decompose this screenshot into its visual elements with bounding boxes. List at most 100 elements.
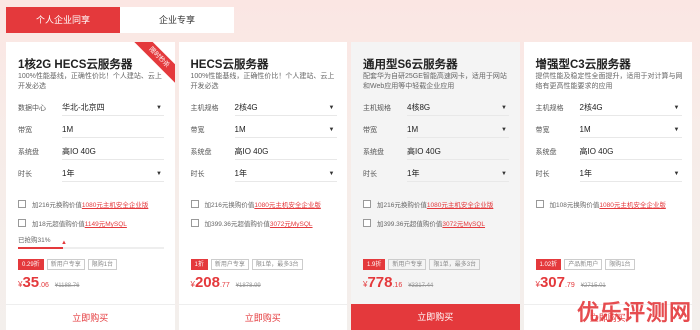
card-title: 通用型S6云服务器	[363, 59, 458, 71]
original-price: ¥1878.99	[235, 283, 261, 289]
system-disk-value: 高IO 40G	[234, 144, 337, 160]
product-card-2: HECS云服务器 100%性能基线，正确性价比！个人建站、云上开发必选 主机规格…	[178, 42, 347, 330]
discount-tag: 1.9折	[363, 259, 386, 270]
datacenter-select[interactable]: 华北-北京四 ▼	[62, 100, 164, 116]
duration-row[interactable]: 时长 1年 ▼	[191, 166, 337, 182]
caret-down-icon: ▼	[501, 105, 507, 111]
product-card-1: 限时秒杀 1核2G HECS云服务器 100%性能基线，正确性价比！个人建站、云…	[6, 42, 175, 330]
system-disk-row: 系统盘 高IO 40G	[18, 144, 164, 160]
progress-bar	[18, 247, 164, 249]
tag: 限1单，最多3台	[429, 259, 481, 270]
bandwidth-row[interactable]: 带宽 1M ▼	[363, 122, 509, 138]
price: ¥35.06 ¥1188.76	[18, 274, 80, 291]
caret-down-icon: ▼	[501, 171, 507, 177]
bandwidth-row: 带宽 1M	[18, 122, 164, 138]
caret-down-icon: ▼	[501, 127, 507, 133]
checkbox[interactable]	[18, 200, 26, 208]
bandwidth-select[interactable]: 1M ▼	[234, 122, 337, 138]
caret-down-icon: ▼	[328, 171, 335, 177]
tag: 新用户专享	[46, 259, 85, 270]
card-desc: 100%性能基线，正确性价比！个人建站、云上开发必选	[18, 73, 162, 90]
site-watermark: 优乐评测网	[576, 300, 692, 325]
caret-down-icon: ▼	[156, 105, 162, 111]
checkbox[interactable]	[535, 200, 544, 208]
card-desc: 100%性能基线，正确性价比！个人建站、云上开发必选	[190, 73, 335, 90]
checkbox[interactable]	[18, 219, 26, 227]
card-title: HECS云服务器	[190, 59, 269, 71]
bandwidth-value: 1M	[62, 122, 164, 138]
discount-tag: 0.29折	[18, 259, 44, 270]
system-disk-value: 高IO 40G	[579, 144, 682, 160]
addon-mysql-checkbox[interactable]: 加18元超值购价值 1149元MySQL	[18, 217, 127, 229]
caret-down-icon: ▼	[328, 127, 335, 133]
tab-personal-enterprise[interactable]: 个人企业同享	[6, 7, 120, 33]
bandwidth-select[interactable]: 1M ▼	[579, 122, 682, 138]
spec-select[interactable]: 2核4G ▼	[234, 100, 337, 116]
spec-row[interactable]: 主机规格 2核4G ▼	[191, 100, 337, 116]
spec-select[interactable]: 2核4G ▼	[579, 100, 682, 116]
product-card-4: 增强型C3云服务器 提供性能及稳定性全面提升，适用于对计算与网络有更高性能要求的…	[523, 42, 692, 330]
original-price: ¥3317.44	[408, 283, 434, 289]
tag: 新用户专享	[388, 259, 427, 270]
buy-now-button[interactable]: 立即购买	[178, 304, 347, 330]
card-desc: 提供性能及稳定性全面提升，适用于对计算与网络有更高性能要求的应用	[535, 73, 683, 90]
buy-now-button[interactable]: 立即购买	[6, 304, 175, 330]
spec-row[interactable]: 主机规格 2核4G ▼	[536, 100, 682, 116]
system-disk-value: 高IO 40G	[62, 144, 164, 160]
checkbox[interactable]	[190, 200, 199, 208]
card-desc: 配套华为自研25GE智能高速网卡，适用于网站和Web应用等中轻载企业应用	[363, 73, 507, 90]
addon-mysql-checkbox[interactable]: 加399.36元超值购价值 3072元MySQL	[363, 217, 485, 229]
bandwidth-select[interactable]: 1M ▼	[407, 122, 509, 138]
tag: 限1单，最多3台	[251, 259, 303, 270]
bandwidth-row[interactable]: 带宽 1M ▼	[536, 122, 682, 138]
buy-now-button[interactable]: 立即购买	[351, 304, 520, 330]
addon-security-checkbox[interactable]: 加216元换购价值 1080元主机安全企业版	[18, 198, 148, 210]
original-price: ¥2715.01	[580, 283, 606, 289]
discount-tag: 1.02折	[535, 259, 562, 270]
checkbox[interactable]	[190, 219, 199, 227]
duration-select[interactable]: 1年 ▼	[234, 166, 337, 182]
progress-label: 已抢购31%	[18, 237, 51, 244]
addon-security-checkbox[interactable]: 加216元换购价值 1080元主机安全企业版	[363, 198, 493, 210]
duration-select[interactable]: 1年 ▼	[407, 166, 509, 182]
tag: 新用户专享	[210, 259, 249, 270]
tag: 限购1台	[605, 259, 635, 270]
datacenter-row[interactable]: 数据中心 华北-北京四 ▼	[18, 100, 164, 116]
spec-select[interactable]: 4核8G ▼	[407, 100, 509, 116]
checkbox[interactable]	[363, 200, 371, 208]
caret-down-icon: ▼	[673, 127, 680, 133]
duration-row[interactable]: 时长 1年 ▼	[18, 166, 164, 182]
duration-select[interactable]: 1年 ▼	[62, 166, 164, 182]
caret-down-icon: ▼	[673, 105, 680, 111]
system-disk-row: 系统盘 高IO 40G	[191, 144, 337, 160]
bandwidth-row[interactable]: 带宽 1M ▼	[191, 122, 337, 138]
tag-list: 0.29折 新用户专享 限购1台	[18, 259, 118, 270]
tab-enterprise-only[interactable]: 企业专享	[120, 7, 234, 33]
duration-row[interactable]: 时长 1年 ▼	[536, 166, 682, 182]
tag-list: 1.9折 新用户专享 限1单，最多3台	[363, 259, 481, 270]
addon-security-checkbox[interactable]: 加216元换购价值 1080元主机安全企业版	[190, 198, 321, 210]
checkbox[interactable]	[363, 219, 371, 227]
caret-down-icon: ▼	[156, 171, 162, 177]
duration-select[interactable]: 1年 ▼	[579, 166, 682, 182]
discount-tag: 1折	[190, 259, 208, 270]
tag-list: 1.02折 产品新用户 限购1台	[535, 259, 635, 270]
system-disk-row: 系统盘 高IO 40G	[536, 144, 682, 160]
tag-list: 1折 新用户专享 限1单，最多3台	[190, 259, 303, 270]
flame-icon: ▲	[61, 240, 67, 246]
caret-down-icon: ▼	[328, 105, 335, 111]
spec-row[interactable]: 主机规格 4核8G ▼	[363, 100, 509, 116]
price: ¥208.77 ¥1878.99	[190, 274, 261, 291]
tag: 产品新用户	[564, 259, 603, 270]
product-cards: 限时秒杀 1核2G HECS云服务器 100%性能基线，正确性价比！个人建站、云…	[6, 42, 692, 330]
caret-down-icon: ▼	[673, 171, 680, 177]
card-title: 1核2G HECS云服务器	[18, 59, 133, 71]
price: ¥778.16 ¥3317.44	[363, 274, 434, 291]
addon-mysql-checkbox[interactable]: 加399.36元超值购价值 3072元MySQL	[190, 217, 313, 229]
system-disk-row: 系统盘 高IO 40G	[363, 144, 509, 160]
original-price: ¥1188.76	[54, 283, 80, 289]
addon-security-checkbox[interactable]: 加108元换购价值 1080元主机安全企业版	[535, 198, 666, 210]
product-tabs: 个人企业同享 企业专享	[6, 7, 234, 33]
duration-row[interactable]: 时长 1年 ▼	[363, 166, 509, 182]
price: ¥307.79 ¥2715.01	[535, 274, 606, 291]
